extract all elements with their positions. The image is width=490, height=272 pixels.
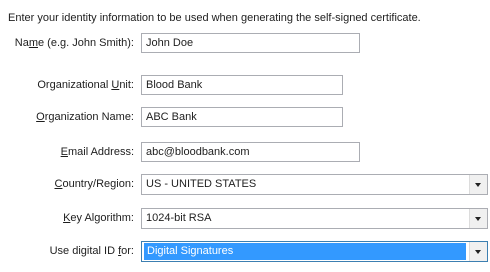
name-row: Name (e.g. John Smith): John Doe	[0, 33, 490, 55]
name-field[interactable]: John Doe	[141, 33, 360, 53]
email-field[interactable]: abc@bloodbank.com	[141, 142, 360, 162]
org-unit-label: Organizational Unit:	[37, 79, 134, 91]
use-for-row: Use digital ID for: Digital Signatures	[0, 241, 490, 263]
org-unit-label-post: nit:	[119, 79, 134, 91]
org-unit-label-pre: Organizational	[37, 79, 112, 91]
certificate-identity-dialog: Enter your identity information to be us…	[0, 0, 490, 272]
country-row: Country/Region: US - UNITED STATES	[0, 174, 490, 196]
use-for-dropdown-button[interactable]	[469, 242, 487, 261]
name-label-pre: Na	[14, 37, 29, 49]
org-name-label-post: rganization Name:	[44, 111, 134, 123]
intro-text: Enter your identity information to be us…	[8, 12, 421, 24]
chevron-down-icon	[475, 183, 481, 187]
key-algorithm-row: Key Algorithm: 1024-bit RSA	[0, 208, 490, 230]
org-name-row: Organization Name: ABC Bank	[0, 107, 490, 129]
key-algorithm-label-post: ey Algorithm:	[70, 212, 134, 224]
name-label-post: e (e.g. John Smith):	[38, 37, 134, 49]
country-label-post: ountry/Region:	[62, 178, 134, 190]
country-select[interactable]: US - UNITED STATES	[141, 174, 488, 195]
use-for-label-pre: Use digital ID	[49, 245, 119, 257]
email-row: Email Address: abc@bloodbank.com	[0, 142, 490, 164]
org-name-label-key: O	[36, 111, 45, 123]
use-for-label: Use digital ID for:	[50, 245, 134, 257]
email-label: Email Address:	[61, 146, 134, 158]
chevron-down-icon	[475, 250, 481, 254]
country-dropdown-button[interactable]	[469, 175, 487, 194]
use-for-value: Digital Signatures	[144, 243, 466, 260]
org-name-field[interactable]: ABC Bank	[141, 107, 343, 127]
country-label: Country/Region:	[55, 178, 135, 190]
email-label-key: E	[60, 146, 68, 158]
key-algorithm-select[interactable]: 1024-bit RSA	[141, 208, 488, 229]
name-label: Name (e.g. John Smith):	[15, 37, 134, 49]
country-value: US - UNITED STATES	[146, 178, 257, 190]
key-algorithm-dropdown-button[interactable]	[469, 209, 487, 228]
use-for-select[interactable]: Digital Signatures	[141, 241, 488, 262]
org-name-label: Organization Name:	[36, 111, 134, 123]
key-algorithm-value: 1024-bit RSA	[146, 212, 212, 224]
org-unit-row: Organizational Unit: Blood Bank	[0, 75, 490, 97]
email-label-post: mail Address:	[67, 146, 134, 158]
name-label-key: m	[28, 37, 38, 49]
key-algorithm-label: Key Algorithm:	[63, 212, 134, 224]
use-for-label-post: or:	[121, 245, 134, 257]
chevron-down-icon	[475, 217, 481, 221]
org-unit-field[interactable]: Blood Bank	[141, 75, 343, 95]
